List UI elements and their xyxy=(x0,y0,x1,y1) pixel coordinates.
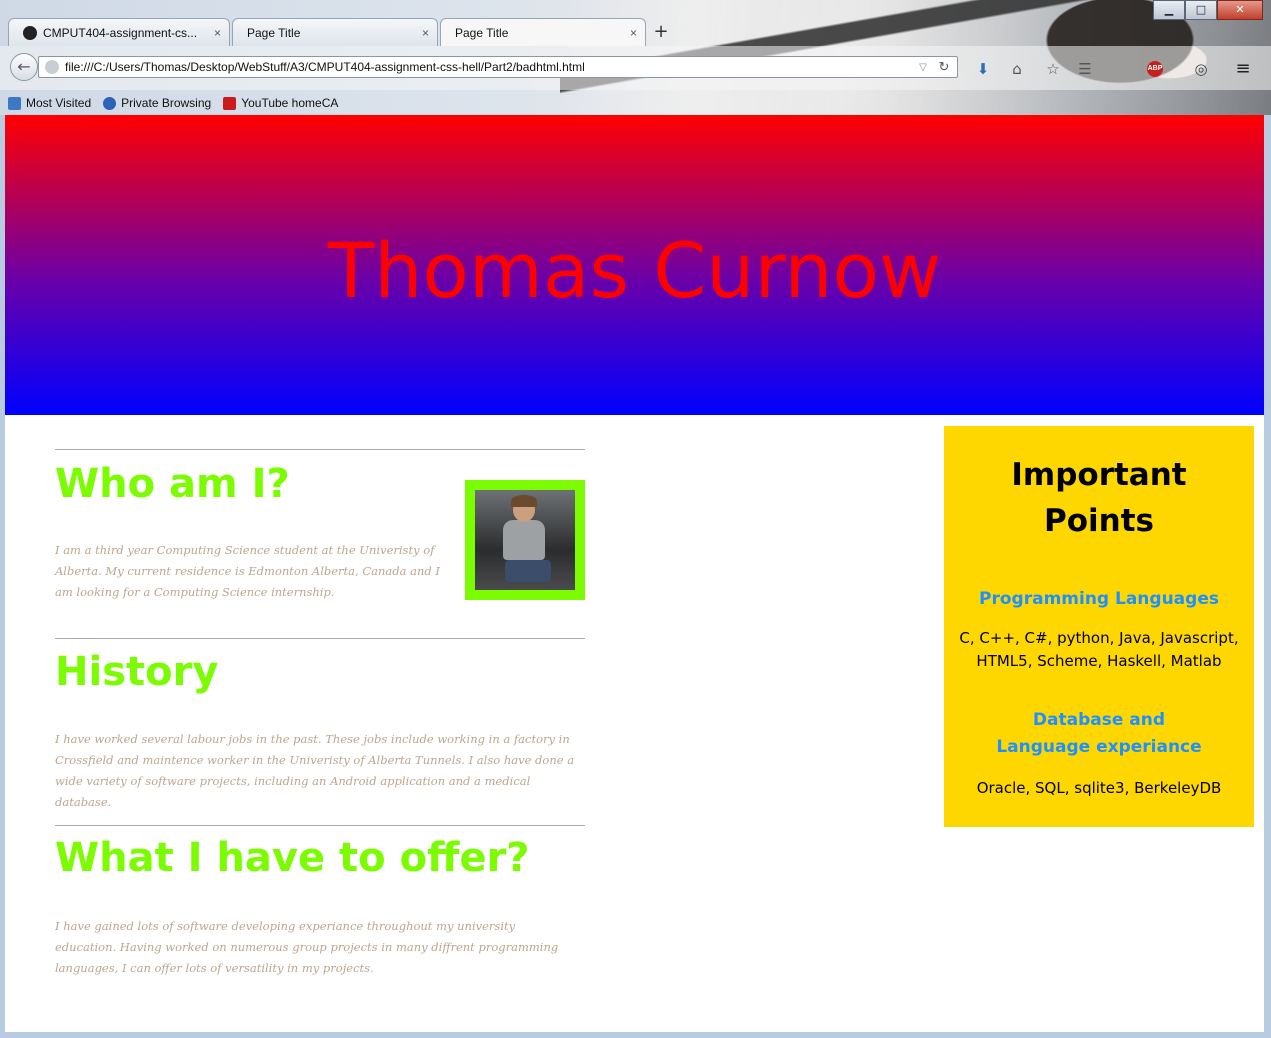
tab-page-title-2[interactable]: Page Title × xyxy=(440,18,646,46)
bookmark-youtube[interactable]: YouTube homeCA xyxy=(223,96,338,110)
sidebar-text-database: Oracle, SQL, sqlite3, BerkeleyDB xyxy=(976,779,1222,797)
tab-close-icon[interactable]: × xyxy=(214,26,221,40)
sidebar-subheading-database: Database and Language experiance xyxy=(996,710,1202,757)
browser-chrome: ▁ □ ✕ CMPUT404-assignment-cs... × Page T… xyxy=(0,0,1271,115)
important-points-sidebar: Important Points Programming Languages C… xyxy=(944,426,1254,827)
most-visited-icon xyxy=(8,96,21,110)
bookmark-label: Most Visited xyxy=(26,96,92,110)
dropdown-arrow-icon[interactable]: ▽ xyxy=(915,62,931,73)
reload-icon[interactable]: ↻ xyxy=(931,59,957,75)
sidebar-title: Important Points xyxy=(1011,457,1187,539)
bookmark-label: YouTube homeCA xyxy=(241,96,339,110)
tab-page-title-1[interactable]: Page Title × xyxy=(232,18,438,46)
home-icon[interactable]: ⌂ xyxy=(1008,60,1026,78)
globe-icon xyxy=(45,60,59,74)
sidebar-subheading-programming-languages: Programming Languages xyxy=(979,589,1219,609)
section-history: History I have worked several labour job… xyxy=(55,638,585,825)
addon-icon[interactable]: ◎ xyxy=(1192,60,1210,78)
tab-close-icon[interactable]: × xyxy=(630,26,637,40)
github-icon xyxy=(23,25,37,40)
section-heading: Who am I? xyxy=(55,461,290,507)
back-arrow-icon: ← xyxy=(17,57,31,76)
bookmark-most-visited[interactable]: Most Visited xyxy=(8,96,91,110)
window-bottom-border xyxy=(0,1032,1271,1038)
sidebar-text-programming-languages: C, C++, C#, python, Java, Javascript, HT… xyxy=(959,629,1239,670)
navigation-toolbar: ← file:///C:/Users/Thomas/Desktop/WebStu… xyxy=(0,46,1271,90)
close-window-button[interactable]: ✕ xyxy=(1217,0,1263,20)
help-icon xyxy=(103,96,117,110)
page-header: Thomas Curnow xyxy=(5,115,1264,415)
tab-label: CMPUT404-assignment-cs... xyxy=(43,25,198,40)
page-viewport: Thomas Curnow Who am I? I am a third yea… xyxy=(5,115,1264,1032)
url-text[interactable]: file:///C:/Users/Thomas/Desktop/WebStuff… xyxy=(65,60,915,74)
minimize-button[interactable]: ▁ xyxy=(1153,0,1185,20)
tab-strip: CMPUT404-assignment-cs... × Page Title ×… xyxy=(8,18,674,46)
main-content: Who am I? I am a third year Computing Sc… xyxy=(55,449,585,1006)
new-tab-button[interactable]: + xyxy=(648,18,674,46)
bookmark-label: Private Browsing xyxy=(121,96,212,110)
section-what-i-offer: What I have to offer? I have gained lots… xyxy=(55,825,585,1006)
section-heading: History xyxy=(55,649,219,695)
section-who-am-i: Who am I? I am a third year Computing Sc… xyxy=(55,449,585,638)
url-bar[interactable]: file:///C:/Users/Thomas/Desktop/WebStuff… xyxy=(38,56,958,78)
back-button[interactable]: ← xyxy=(10,53,38,81)
adblock-icon[interactable]: ABP xyxy=(1147,61,1163,77)
download-icon[interactable]: ⬇ xyxy=(974,60,992,78)
bookmarks-toolbar: Most Visited Private Browsing YouTube ho… xyxy=(0,92,342,114)
section-text: I have gained lots of software developin… xyxy=(55,919,559,975)
tab-label: Page Title xyxy=(247,25,301,40)
bookmarks-menu-icon[interactable]: ☰ xyxy=(1076,60,1094,78)
section-text: I have worked several labour jobs in the… xyxy=(55,732,575,809)
page-title: Thomas Curnow xyxy=(327,226,942,315)
bookmark-star-icon[interactable]: ☆ xyxy=(1044,60,1062,78)
section-heading: What I have to offer? xyxy=(55,835,530,881)
window-controls: ▁ □ ✕ xyxy=(1153,0,1263,20)
bookmark-private-browsing[interactable]: Private Browsing xyxy=(103,96,211,110)
tab-close-icon[interactable]: × xyxy=(422,26,429,40)
youtube-icon xyxy=(223,96,237,110)
maximize-button[interactable]: □ xyxy=(1185,0,1217,20)
profile-photo xyxy=(465,480,585,600)
menu-icon[interactable]: ≡ xyxy=(1232,58,1254,80)
section-text: I am a third year Computing Science stud… xyxy=(55,543,440,599)
tab-label: Page Title xyxy=(455,25,509,40)
tab-github[interactable]: CMPUT404-assignment-cs... × xyxy=(8,18,230,46)
